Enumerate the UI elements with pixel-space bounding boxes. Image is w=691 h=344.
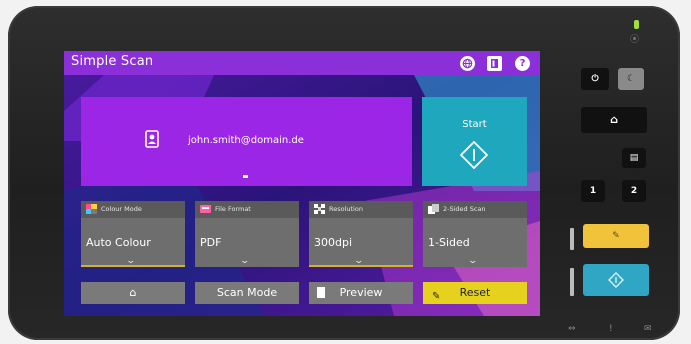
alert-indicator-icon: ! <box>609 324 613 334</box>
scan-mode-label: Scan Mode <box>216 286 278 299</box>
start-button[interactable]: Start <box>422 97 527 186</box>
file-format-icon <box>200 205 211 213</box>
setting-label: Colour Mode <box>101 205 142 213</box>
title-bar: Simple Scan ? <box>64 51 540 75</box>
power-button[interactable]: ⏻ <box>581 68 609 90</box>
status-led-icon <box>634 20 639 29</box>
chevron-down-icon: ⌄ <box>467 256 479 266</box>
home-icon: ⌂ <box>129 286 137 299</box>
globe-icon[interactable] <box>460 56 475 71</box>
preview-icon <box>317 287 325 298</box>
book-icon[interactable] <box>487 56 502 71</box>
chevron-down-icon: ⌄ <box>239 256 251 266</box>
copy-2-button[interactable]: 2 <box>622 180 646 202</box>
setting-header: 2-Sided Scan <box>423 201 527 218</box>
stop-button[interactable]: ✎ <box>583 224 649 248</box>
setting-header: Resolution <box>309 201 413 218</box>
moon-icon: ☾ <box>626 74 636 84</box>
setting-header: Colour Mode <box>81 201 185 218</box>
copy-1-label: 1 <box>589 186 597 196</box>
sleep-button[interactable]: ☾ <box>618 68 644 90</box>
home-button[interactable]: ⌂ <box>81 282 185 304</box>
app-title: Simple Scan <box>71 54 154 69</box>
address-book-icon <box>145 130 159 152</box>
setting-colour-mode[interactable]: Colour Mode Auto Colour ⌄ <box>81 201 185 267</box>
id-card-icon: ▤ <box>629 153 639 163</box>
reset-label: Reset <box>459 286 491 299</box>
hardware-start-button[interactable] <box>583 264 649 296</box>
setting-underline <box>81 265 185 267</box>
mail-indicator-icon: ✉ <box>644 324 652 334</box>
scan-mode-button[interactable]: Scan Mode <box>195 282 299 304</box>
setting-underline <box>309 265 413 267</box>
start-diamond-icon <box>459 140 489 173</box>
preview-label: Preview <box>339 286 383 299</box>
wifi-icon: ⦿ <box>630 35 640 45</box>
setting-file-format[interactable]: File Format PDF ⌄ <box>195 201 299 267</box>
start-diamond-icon <box>608 272 624 292</box>
stop-icon: ✎ <box>612 231 620 241</box>
help-icon[interactable]: ? <box>515 56 530 71</box>
touch-screen: Simple Scan ? john.smith@domain.de Start <box>64 51 540 316</box>
destination-card[interactable]: john.smith@domain.de <box>81 97 412 186</box>
start-label: Start <box>462 119 487 130</box>
colour-mode-icon <box>86 204 97 214</box>
id-copy-button[interactable]: ▤ <box>622 148 646 168</box>
device-panel: Simple Scan ? john.smith@domain.de Start <box>8 6 680 340</box>
two-sided-icon <box>428 204 439 214</box>
resolution-icon <box>314 204 325 214</box>
reset-button[interactable]: ✎ Reset <box>423 282 527 304</box>
setting-label: 2-Sided Scan <box>443 205 486 213</box>
setting-value: 1-Sided <box>428 236 470 249</box>
home-hardware-button[interactable]: ⌂ <box>581 107 647 133</box>
data-indicator-icon: ⇔ <box>568 324 576 334</box>
setting-value: Auto Colour <box>86 236 151 249</box>
preview-button[interactable]: Preview <box>309 282 413 304</box>
side-indicator <box>570 228 574 250</box>
side-indicator <box>570 268 574 296</box>
copy-2-label: 2 <box>630 186 638 196</box>
setting-2-sided-scan[interactable]: 2-Sided Scan 1-Sided ⌄ <box>423 201 527 267</box>
setting-header: File Format <box>195 201 299 218</box>
setting-label: File Format <box>215 205 251 213</box>
power-icon: ⏻ <box>591 74 599 84</box>
destination-email: john.smith@domain.de <box>188 135 304 146</box>
setting-resolution[interactable]: Resolution 300dpi ⌄ <box>309 201 413 267</box>
reset-icon: ✎ <box>432 291 441 302</box>
page-indicator-dot <box>243 175 248 178</box>
home-icon: ⌂ <box>610 113 618 126</box>
setting-label: Resolution <box>329 205 363 213</box>
setting-value: PDF <box>200 236 222 249</box>
setting-value: 300dpi <box>314 236 353 249</box>
copy-1-button[interactable]: 1 <box>581 180 605 202</box>
